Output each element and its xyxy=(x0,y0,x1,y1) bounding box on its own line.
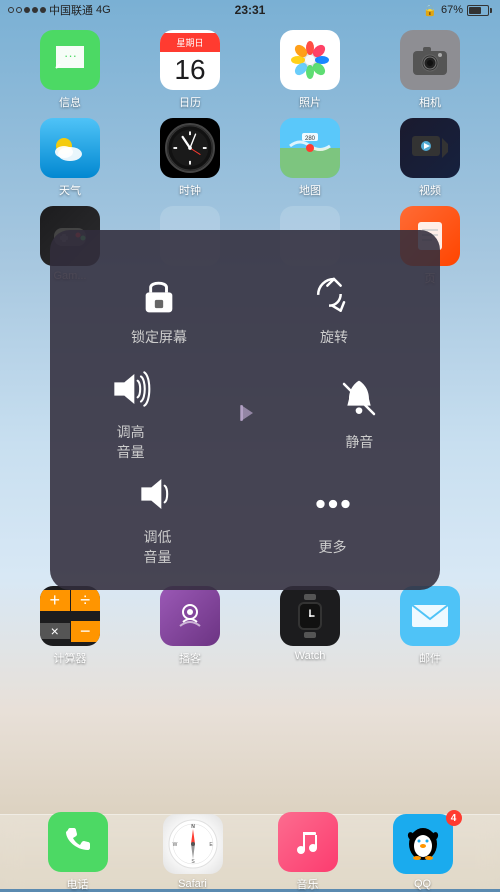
qq-badge: 4 xyxy=(446,810,462,826)
calendar-date: 16 xyxy=(174,52,205,88)
app-mail-label: 邮件 xyxy=(419,650,441,666)
dock-phone[interactable]: 电话 xyxy=(43,812,113,892)
app-calendar-label: 日历 xyxy=(179,94,201,110)
app-calculator-label: 计算器 xyxy=(54,650,87,666)
app-row-1: ··· 信息 星期日 16 日历 xyxy=(0,30,500,110)
app-row-4: + ÷ × − 计算器 播客 xyxy=(0,586,500,666)
dock-qq-label: QQ xyxy=(414,878,431,890)
app-watch-label: Watch xyxy=(295,650,326,662)
app-video-label: 视频 xyxy=(419,182,441,198)
volume-up-label: 调高音量 xyxy=(117,422,145,462)
app-clock[interactable]: 时钟 xyxy=(155,118,225,198)
app-row-2: 天气 xyxy=(0,118,500,198)
control-row-3: 调低音量 更多 xyxy=(70,465,420,570)
calendar-day: 星期日 xyxy=(160,33,220,52)
app-weather[interactable]: 天气 xyxy=(35,118,105,198)
app-maps-label: 地图 xyxy=(299,182,321,198)
app-calculator[interactable]: + ÷ × − 计算器 xyxy=(35,586,105,666)
network-label: 4G xyxy=(96,4,111,16)
svg-text:···: ··· xyxy=(64,48,77,63)
carrier-label: 中国联通 xyxy=(49,2,93,18)
more-label: 更多 xyxy=(319,537,347,557)
rotate-label: 旋转 xyxy=(320,327,348,347)
time-label: 23:31 xyxy=(235,3,266,17)
app-video[interactable]: 视频 xyxy=(395,118,465,198)
lock-screen-button[interactable]: 锁定屏幕 xyxy=(131,269,187,347)
svg-text:W: W xyxy=(172,842,177,848)
svg-text:N: N xyxy=(191,824,195,830)
app-messages-label: 信息 xyxy=(59,94,81,110)
battery-icon xyxy=(467,5,492,16)
rotate-button[interactable]: 旋转 xyxy=(309,269,359,347)
app-messages[interactable]: ··· 信息 xyxy=(35,30,105,110)
control-row-1: 锁定屏幕 旋转 xyxy=(70,255,420,360)
dock-music-label: 音乐 xyxy=(297,876,319,892)
signal-indicator xyxy=(8,7,46,13)
app-calendar[interactable]: 星期日 16 日历 xyxy=(155,30,225,110)
app-maps[interactable]: 280 地图 xyxy=(275,118,345,198)
control-row-2: 调高音量 静音 xyxy=(70,360,420,465)
status-left: 中国联通 4G xyxy=(8,2,111,18)
app-watch[interactable]: Watch xyxy=(275,586,345,666)
app-photos-label: 照片 xyxy=(299,94,321,110)
volume-up-button[interactable]: 调高音量 xyxy=(106,364,156,462)
app-weather-label: 天气 xyxy=(59,182,81,198)
status-right: 🔒 67% xyxy=(423,4,492,17)
svg-text:280: 280 xyxy=(305,136,316,142)
dock-safari-label: Safari xyxy=(178,878,207,890)
app-podcast[interactable]: 播客 xyxy=(155,586,225,666)
back-button[interactable] xyxy=(227,395,263,431)
app-podcast-label: 播客 xyxy=(179,650,201,666)
status-bar: 中国联通 4G 23:31 🔒 67% xyxy=(0,0,500,20)
dock-safari[interactable]: N S E W Safari xyxy=(158,814,228,890)
lock-screen-label: 锁定屏幕 xyxy=(131,327,187,347)
app-mail[interactable]: 邮件 xyxy=(395,586,465,666)
battery-percent: 67% xyxy=(441,4,463,16)
control-overlay: 锁定屏幕 旋转 调高音量 xyxy=(50,230,440,590)
volume-down-button[interactable]: 调低音量 xyxy=(133,469,183,567)
dock-qq[interactable]: 4 QQ xyxy=(388,814,458,890)
dock-music[interactable]: 音乐 xyxy=(273,812,343,892)
more-button[interactable]: 更多 xyxy=(308,479,358,557)
app-camera[interactable]: 相机 xyxy=(395,30,465,110)
dock: 电话 N S E W Safari xyxy=(0,814,500,889)
mute-button[interactable]: 静音 xyxy=(334,374,384,452)
volume-down-label: 调低音量 xyxy=(144,527,172,567)
app-camera-label: 相机 xyxy=(419,94,441,110)
dock-phone-label: 电话 xyxy=(67,876,89,892)
app-photos[interactable]: 照片 xyxy=(275,30,345,110)
lock-icon: 🔒 xyxy=(423,4,437,17)
app-clock-label: 时钟 xyxy=(179,182,201,198)
mute-label: 静音 xyxy=(345,432,373,452)
